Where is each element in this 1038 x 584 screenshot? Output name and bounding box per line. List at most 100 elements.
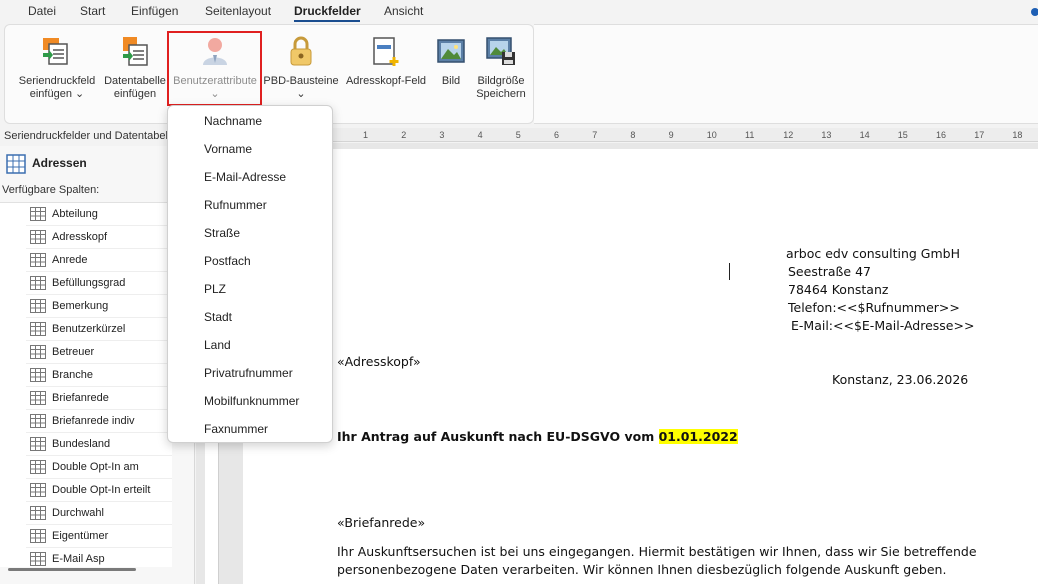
body-line-1: Ihr Auskunftsersuchen ist bei uns eingeg… [337, 544, 977, 559]
fields-panel: Adressen Verfügbare Spalten: Abteilung Ad… [0, 146, 195, 584]
ruler-tick-label: 9 [668, 130, 674, 140]
column-name: Briefanrede indiv [52, 415, 135, 427]
text-caret [729, 263, 730, 280]
column-name: Double Opt-In am [52, 461, 139, 473]
ruler-tick-label: 15 [897, 130, 908, 140]
button-label: einfügen ⌄ [29, 88, 85, 100]
column-item[interactable]: Double Opt-In erteilt [26, 479, 172, 502]
column-item[interactable]: Eigentümer [26, 525, 172, 548]
button-label: Bild [441, 75, 461, 87]
dropdown-item-label: Nachname [204, 114, 263, 128]
column-name: Briefanrede [52, 392, 109, 404]
ruler-tick-label: 12 [783, 130, 794, 140]
column-item[interactable]: Bemerkung [26, 295, 172, 318]
vertical-ruler[interactable] [205, 440, 219, 584]
column-item[interactable]: Betreuer [26, 341, 172, 364]
dropdown-item[interactable]: Nachname [168, 106, 332, 134]
tab-einfuegen[interactable]: Einfügen [131, 4, 178, 18]
horizontal-scrollbar[interactable] [8, 568, 136, 571]
column-name: Betreuer [52, 346, 95, 358]
button-label: ⌄ [296, 88, 306, 100]
dropdown-item[interactable]: E-Mail-Adresse [168, 162, 332, 190]
bildgroesse-speichern-button[interactable]: Bildgröße Speichern [473, 25, 529, 125]
tab-start[interactable]: Start [80, 4, 105, 18]
image-icon [437, 39, 465, 63]
column-item[interactable]: Benutzerkürzel [26, 318, 172, 341]
dropdown-item-label: Stadt [204, 310, 233, 324]
datentabelle-einfuegen-button[interactable]: Datentabelle einfügen [97, 25, 173, 125]
sender-street: Seestraße 47 [788, 264, 871, 279]
dropdown-item-label: Vorname [204, 142, 253, 156]
table-column-icon [30, 276, 46, 290]
column-name: Eigentümer [52, 530, 109, 542]
column-item[interactable]: Bundesland [26, 433, 172, 456]
highlight-frame [167, 31, 262, 106]
subject-date: 01.01.2022 [658, 429, 738, 444]
column-item[interactable]: Branche [26, 364, 172, 387]
dropdown-item[interactable]: Straße [168, 218, 332, 246]
bild-button[interactable]: Bild [431, 25, 471, 125]
ruler-tick-label: 1 [363, 130, 369, 140]
column-item[interactable]: Briefanrede [26, 387, 172, 410]
table-column-icon [30, 437, 46, 451]
ribbon-empty-area [534, 24, 1038, 124]
dropdown-item[interactable]: Stadt [168, 302, 332, 330]
data-table-icon [123, 37, 148, 66]
button-label: Datentabelle [104, 75, 166, 87]
ruler-tick-label: 4 [477, 130, 483, 140]
button-label: Seriendruckfeld [18, 75, 96, 87]
dropdown-item[interactable]: PLZ [168, 274, 332, 302]
menu-bar: Datei Start Einfügen Seitenlayout Druckf… [0, 0, 1038, 22]
column-name: Bundesland [52, 438, 111, 450]
letter-subject: Ihr Antrag auf Auskunft nach EU-DSGVO vo… [337, 429, 738, 444]
dropdown-item[interactable]: Mobilfunknummer [168, 386, 332, 414]
column-list[interactable]: Abteilung Adresskopf Anrede Befüllungsgrad B… [0, 202, 172, 567]
table-column-icon [30, 552, 46, 566]
tab-ansicht[interactable]: Ansicht [384, 4, 423, 18]
letter-date: Konstanz, 23.06.2026 [832, 372, 969, 387]
column-name: Adresskopf [52, 231, 108, 243]
table-column-icon [30, 506, 46, 520]
horizontal-ruler[interactable]: 1 2 3 4 5 6 7 8 9 10 11 12 13 14 15 16 17 18 [333, 128, 1038, 142]
table-column-icon [30, 391, 46, 405]
benutzerattribute-dropdown: Nachname Vorname E-Mail-Adresse Rufnummer St… [167, 105, 333, 443]
seriendruckfeld-einfuegen-button[interactable]: Seriendruckfeld einfügen ⌄ [11, 25, 103, 125]
button-label: einfügen [113, 88, 157, 100]
tab-druckfelder[interactable]: Druckfelder [294, 4, 361, 18]
dropdown-item[interactable]: Land [168, 330, 332, 358]
ruler-tick-label: 2 [401, 130, 407, 140]
address-field-icon [373, 37, 399, 66]
lock-icon [290, 36, 312, 66]
table-column-icon [30, 414, 46, 428]
tab-seitenlayout[interactable]: Seitenlayout [205, 4, 271, 18]
column-name: Double Opt-In erteilt [52, 484, 151, 496]
column-item[interactable]: Durchwahl [26, 502, 172, 525]
dropdown-item[interactable]: Postfach [168, 246, 332, 274]
dropdown-item[interactable]: Privatrufnummer [168, 358, 332, 386]
ruler-tick-label: 10 [706, 130, 717, 140]
column-name: Benutzerkürzel [52, 323, 126, 335]
dropdown-item[interactable]: Rufnummer [168, 190, 332, 218]
column-item[interactable]: E-Mail Asp [26, 548, 172, 567]
dropdown-item-label: PLZ [204, 282, 227, 296]
button-label: Adresskopf-Feld [345, 75, 427, 87]
ruler-tick-label: 8 [630, 130, 636, 140]
adresskopf-feld-button[interactable]: Adresskopf-Feld [343, 25, 429, 125]
dropdown-item[interactable]: Vorname [168, 134, 332, 162]
sender-phone: Telefon:<<$Rufnummer>> [788, 300, 960, 315]
active-tab-indicator [294, 20, 360, 22]
sender-email: E-Mail:<<$E-Mail-Adresse>> [791, 318, 975, 333]
dropdown-item[interactable]: Faxnummer [168, 414, 332, 442]
column-name: Bemerkung [52, 300, 109, 312]
dropdown-item-label: Faxnummer [204, 422, 269, 436]
column-item[interactable]: Befüllungsgrad [26, 272, 172, 295]
column-item[interactable]: Briefanrede indiv [26, 410, 172, 433]
column-item[interactable]: Double Opt-In am [26, 456, 172, 479]
panel-subheader: Verfügbare Spalten: [2, 184, 100, 196]
column-item[interactable]: Anrede [26, 249, 172, 272]
ruler-tick-label: 3 [439, 130, 445, 140]
tab-datei[interactable]: Datei [28, 4, 56, 18]
table-column-icon [30, 230, 46, 244]
column-item[interactable]: Adresskopf [26, 226, 172, 249]
column-item[interactable]: Abteilung [26, 203, 172, 226]
